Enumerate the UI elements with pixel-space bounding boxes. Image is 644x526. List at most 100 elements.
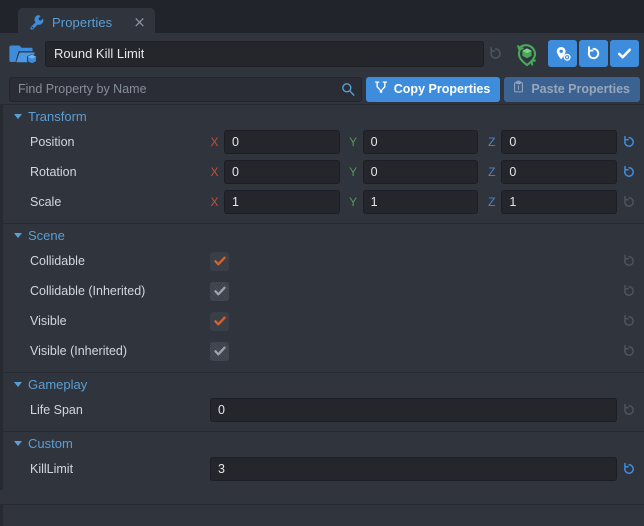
- property-reset-icon[interactable]: [617, 165, 641, 179]
- axis-group-z: Z1: [487, 190, 617, 214]
- property-control: 3: [210, 457, 617, 481]
- axis-label-z: Z: [487, 165, 496, 179]
- panel-bottom-strip: [0, 504, 644, 526]
- property-row: Visible (Inherited): [0, 336, 644, 366]
- axis-label-y: Y: [349, 135, 358, 149]
- property-reset-icon[interactable]: [617, 135, 641, 149]
- axis-group-z: Z0: [487, 130, 617, 154]
- axis-label-x: X: [210, 135, 219, 149]
- checkmark-icon: [616, 45, 633, 62]
- number-input-y[interactable]: 0: [363, 130, 479, 154]
- text-input[interactable]: 3: [210, 457, 617, 481]
- number-value: 0: [232, 135, 239, 149]
- number-input-y[interactable]: 1: [363, 190, 479, 214]
- property-reset-icon[interactable]: [617, 314, 641, 328]
- number-value: 0: [509, 135, 516, 149]
- property-control: [210, 342, 617, 361]
- property-reset-icon[interactable]: [617, 254, 641, 268]
- section-header-gameplay[interactable]: Gameplay: [0, 373, 644, 395]
- pin-gear-icon: [554, 45, 572, 63]
- text-value: 0: [218, 403, 225, 417]
- checkbox: [210, 282, 229, 301]
- number-input-y[interactable]: 0: [363, 160, 479, 184]
- section-transform: TransformPositionX0Y0Z0RotationX0Y0Z0Sca…: [0, 104, 644, 223]
- number-input-z[interactable]: 0: [501, 130, 617, 154]
- copy-properties-label: Copy Properties: [394, 82, 491, 96]
- property-label: Position: [30, 135, 210, 149]
- section-rows: Life Span0: [0, 395, 644, 431]
- chevron-down-icon: [14, 382, 22, 387]
- section-title: Scene: [28, 228, 65, 243]
- search-field[interactable]: [9, 77, 362, 102]
- section-header-custom[interactable]: Custom: [0, 432, 644, 454]
- property-row: Life Span0: [0, 395, 644, 425]
- property-row: RotationX0Y0Z0: [0, 157, 644, 187]
- object-name-value: Round Kill Limit: [54, 46, 144, 61]
- section-rows: Collidable Collidable (Inherited) Visible V…: [0, 246, 644, 372]
- property-control: 0: [210, 398, 617, 422]
- property-control: [210, 282, 617, 301]
- checkmark-icon: [213, 344, 227, 358]
- close-icon[interactable]: ×: [133, 15, 146, 30]
- object-name-input[interactable]: Round Kill Limit: [45, 41, 484, 67]
- property-reset-icon[interactable]: [617, 284, 641, 298]
- axis-label-x: X: [210, 195, 219, 209]
- tab-label: Properties: [52, 15, 112, 30]
- property-row: Collidable: [0, 246, 644, 276]
- chevron-down-icon: [14, 441, 22, 446]
- property-label: Collidable: [30, 254, 210, 268]
- property-reset-icon[interactable]: [617, 195, 641, 209]
- paste-properties-button[interactable]: Paste Properties: [504, 77, 640, 102]
- set-transform-button[interactable]: [548, 40, 577, 67]
- number-input-x[interactable]: 0: [224, 160, 340, 184]
- axis-label-x: X: [210, 165, 219, 179]
- property-row: KillLimit 3: [0, 454, 644, 484]
- axis-group-x: X0: [210, 160, 340, 184]
- property-label: Visible: [30, 314, 210, 328]
- number-input-x[interactable]: 0: [224, 130, 340, 154]
- section-header-transform[interactable]: Transform: [0, 105, 644, 127]
- reset-transform-button[interactable]: [579, 40, 608, 67]
- object-name-reset-icon[interactable]: [484, 43, 506, 65]
- text-value: 3: [218, 462, 225, 476]
- copy-properties-button[interactable]: Copy Properties: [366, 77, 501, 102]
- property-control: X1Y1Z1: [210, 190, 617, 214]
- section-title: Transform: [28, 109, 87, 124]
- number-input-x[interactable]: 1: [224, 190, 340, 214]
- axis-group-y: Y0: [349, 160, 479, 184]
- clipboard-icon: [512, 80, 525, 99]
- section-scene: Scene Collidable Collidable (Inherited) Vis…: [0, 223, 644, 372]
- text-input[interactable]: 0: [210, 398, 617, 422]
- property-reset-icon[interactable]: [617, 462, 641, 476]
- paste-properties-label: Paste Properties: [531, 82, 630, 96]
- axis-group-y: Y1: [349, 190, 479, 214]
- checkbox[interactable]: [210, 252, 229, 271]
- checkbox-wrap: [210, 342, 617, 361]
- axis-group-x: X1: [210, 190, 340, 214]
- checkbox-wrap: [210, 282, 617, 301]
- property-label: Collidable (Inherited): [30, 284, 210, 298]
- property-control: [210, 252, 617, 271]
- number-input-z[interactable]: 0: [501, 160, 617, 184]
- number-input-z[interactable]: 1: [501, 190, 617, 214]
- checkbox[interactable]: [210, 312, 229, 331]
- search-input[interactable]: [18, 82, 341, 96]
- property-label: Rotation: [30, 165, 210, 179]
- property-row: Collidable (Inherited): [0, 276, 644, 306]
- property-label: KillLimit: [30, 462, 210, 476]
- section-header-scene[interactable]: Scene: [0, 224, 644, 246]
- property-control: X0Y0Z0: [210, 130, 617, 154]
- apply-button[interactable]: [610, 40, 639, 67]
- property-reset-icon[interactable]: [617, 344, 641, 358]
- property-row: ScaleX1Y1Z1: [0, 187, 644, 217]
- property-row: Visible: [0, 306, 644, 336]
- property-reset-icon[interactable]: [617, 403, 641, 417]
- axis-group-z: Z0: [487, 160, 617, 184]
- number-value: 1: [509, 195, 516, 209]
- reload-object-icon[interactable]: [513, 40, 541, 68]
- property-control: X0Y0Z0: [210, 160, 617, 184]
- object-header-row: Round Kill Limit: [0, 33, 644, 74]
- property-label: Scale: [30, 195, 210, 209]
- section-title: Custom: [28, 436, 73, 451]
- section-gameplay: GameplayLife Span0: [0, 372, 644, 431]
